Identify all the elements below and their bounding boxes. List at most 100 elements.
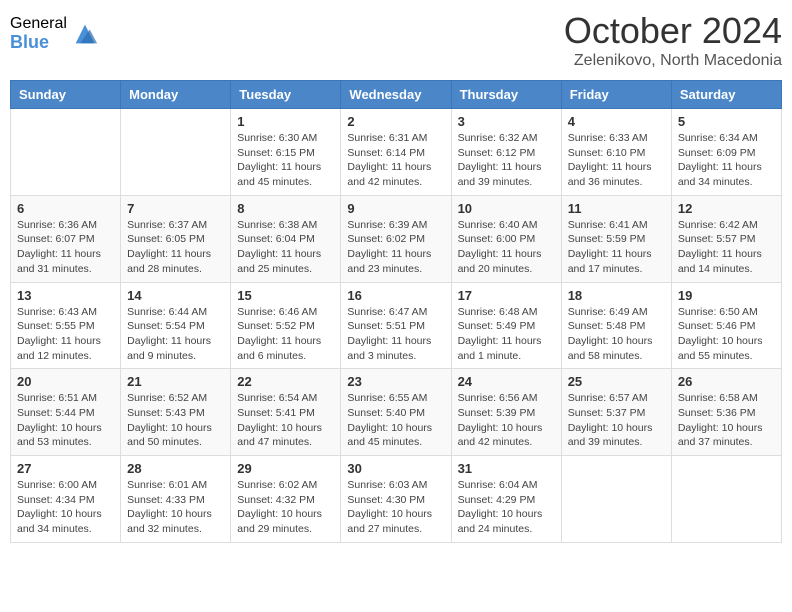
day-cell: 3 Sunrise: 6:32 AM Sunset: 6:12 PM Daylig…: [451, 109, 561, 196]
month-title: October 2024: [564, 10, 782, 52]
logo-blue: Blue: [10, 33, 67, 53]
day-info: Sunrise: 6:39 AM Sunset: 6:02 PM Dayligh…: [347, 218, 444, 277]
day-info: Sunrise: 6:32 AM Sunset: 6:12 PM Dayligh…: [458, 131, 555, 190]
day-info: Sunrise: 6:54 AM Sunset: 5:41 PM Dayligh…: [237, 391, 334, 450]
day-info: Sunrise: 6:51 AM Sunset: 5:44 PM Dayligh…: [17, 391, 114, 450]
day-number: 20: [17, 374, 114, 389]
day-info: Sunrise: 6:57 AM Sunset: 5:37 PM Dayligh…: [568, 391, 665, 450]
day-number: 18: [568, 288, 665, 303]
day-info: Sunrise: 6:00 AM Sunset: 4:34 PM Dayligh…: [17, 478, 114, 537]
day-cell: 30 Sunrise: 6:03 AM Sunset: 4:30 PM Dayli…: [341, 456, 451, 543]
day-cell: [671, 456, 781, 543]
header-tuesday: Tuesday: [231, 81, 341, 109]
day-cell: 21Sunrise: 6:52 AM Sunset: 5:43 PM Dayli…: [121, 369, 231, 456]
day-info: Sunrise: 6:58 AM Sunset: 5:36 PM Dayligh…: [678, 391, 775, 450]
header-friday: Friday: [561, 81, 671, 109]
day-number: 29: [237, 461, 334, 476]
day-number: 22: [237, 374, 334, 389]
day-cell: 18 Sunrise: 6:49 AM Sunset: 5:48 PM Dayli…: [561, 282, 671, 369]
day-info: Sunrise: 6:46 AM Sunset: 5:52 PM Dayligh…: [237, 305, 334, 364]
day-info: Sunrise: 6:33 AM Sunset: 6:10 PM Dayligh…: [568, 131, 665, 190]
day-number: 13: [17, 288, 114, 303]
page-header: General Blue October 2024 Zelenikovo, No…: [10, 10, 782, 70]
day-cell: 9 Sunrise: 6:39 AM Sunset: 6:02 PM Daylig…: [341, 195, 451, 282]
day-info: Sunrise: 6:55 AM Sunset: 5:40 PM Dayligh…: [347, 391, 444, 450]
day-number: 16: [347, 288, 444, 303]
day-number: 11: [568, 201, 665, 216]
day-cell: 6Sunrise: 6:36 AM Sunset: 6:07 PM Daylig…: [11, 195, 121, 282]
header-sunday: Sunday: [11, 81, 121, 109]
header-saturday: Saturday: [671, 81, 781, 109]
title-section: October 2024 Zelenikovo, North Macedonia: [564, 10, 782, 70]
day-number: 17: [458, 288, 555, 303]
day-cell: 24 Sunrise: 6:56 AM Sunset: 5:39 PM Dayli…: [451, 369, 561, 456]
day-info: Sunrise: 6:52 AM Sunset: 5:43 PM Dayligh…: [127, 391, 224, 450]
day-number: 4: [568, 114, 665, 129]
day-cell: 19Sunrise: 6:50 AM Sunset: 5:46 PM Dayli…: [671, 282, 781, 369]
day-cell: 7 Sunrise: 6:37 AM Sunset: 6:05 PM Daylig…: [121, 195, 231, 282]
week-row-3: 13 Sunrise: 6:43 AM Sunset: 5:55 PM Dayli…: [11, 282, 782, 369]
day-number: 2: [347, 114, 444, 129]
day-number: 10: [458, 201, 555, 216]
day-cell: 31Sunrise: 6:04 AM Sunset: 4:29 PM Dayli…: [451, 456, 561, 543]
day-cell: 29 Sunrise: 6:02 AM Sunset: 4:32 PM Dayli…: [231, 456, 341, 543]
day-info: Sunrise: 6:50 AM Sunset: 5:46 PM Dayligh…: [678, 305, 775, 364]
day-info: Sunrise: 6:40 AM Sunset: 6:00 PM Dayligh…: [458, 218, 555, 277]
day-info: Sunrise: 6:34 AM Sunset: 6:09 PM Dayligh…: [678, 131, 775, 190]
day-cell: 2 Sunrise: 6:31 AM Sunset: 6:14 PM Daylig…: [341, 109, 451, 196]
day-number: 3: [458, 114, 555, 129]
header-monday: Monday: [121, 81, 231, 109]
day-number: 8: [237, 201, 334, 216]
day-info: Sunrise: 6:37 AM Sunset: 6:05 PM Dayligh…: [127, 218, 224, 277]
logo-text: General Blue: [10, 15, 67, 52]
day-info: Sunrise: 6:31 AM Sunset: 6:14 PM Dayligh…: [347, 131, 444, 190]
calendar-table: SundayMondayTuesdayWednesdayThursdayFrid…: [10, 80, 782, 543]
day-cell: 14Sunrise: 6:44 AM Sunset: 5:54 PM Dayli…: [121, 282, 231, 369]
day-number: 26: [678, 374, 775, 389]
day-number: 30: [347, 461, 444, 476]
day-number: 12: [678, 201, 775, 216]
day-info: Sunrise: 6:02 AM Sunset: 4:32 PM Dayligh…: [237, 478, 334, 537]
week-row-4: 20 Sunrise: 6:51 AM Sunset: 5:44 PM Dayli…: [11, 369, 782, 456]
day-info: Sunrise: 6:56 AM Sunset: 5:39 PM Dayligh…: [458, 391, 555, 450]
day-cell: 10 Sunrise: 6:40 AM Sunset: 6:00 PM Dayli…: [451, 195, 561, 282]
day-cell: 13 Sunrise: 6:43 AM Sunset: 5:55 PM Dayli…: [11, 282, 121, 369]
day-number: 15: [237, 288, 334, 303]
day-info: Sunrise: 6:44 AM Sunset: 5:54 PM Dayligh…: [127, 305, 224, 364]
day-cell: 4 Sunrise: 6:33 AM Sunset: 6:10 PM Daylig…: [561, 109, 671, 196]
day-cell: 28Sunrise: 6:01 AM Sunset: 4:33 PM Dayli…: [121, 456, 231, 543]
day-info: Sunrise: 6:43 AM Sunset: 5:55 PM Dayligh…: [17, 305, 114, 364]
day-number: 27: [17, 461, 114, 476]
day-cell: [561, 456, 671, 543]
week-row-5: 27 Sunrise: 6:00 AM Sunset: 4:34 PM Dayli…: [11, 456, 782, 543]
day-number: 1: [237, 114, 334, 129]
day-cell: 17 Sunrise: 6:48 AM Sunset: 5:49 PM Dayli…: [451, 282, 561, 369]
day-cell: 27 Sunrise: 6:00 AM Sunset: 4:34 PM Dayli…: [11, 456, 121, 543]
day-cell: 5Sunrise: 6:34 AM Sunset: 6:09 PM Daylig…: [671, 109, 781, 196]
day-cell: 26 Sunrise: 6:58 AM Sunset: 5:36 PM Dayli…: [671, 369, 781, 456]
day-info: Sunrise: 6:03 AM Sunset: 4:30 PM Dayligh…: [347, 478, 444, 537]
day-cell: 23Sunrise: 6:55 AM Sunset: 5:40 PM Dayli…: [341, 369, 451, 456]
header-wednesday: Wednesday: [341, 81, 451, 109]
day-cell: 20 Sunrise: 6:51 AM Sunset: 5:44 PM Dayli…: [11, 369, 121, 456]
day-info: Sunrise: 6:36 AM Sunset: 6:07 PM Dayligh…: [17, 218, 114, 277]
day-cell: [11, 109, 121, 196]
logo-general: General: [10, 15, 67, 33]
day-info: Sunrise: 6:47 AM Sunset: 5:51 PM Dayligh…: [347, 305, 444, 364]
day-info: Sunrise: 6:48 AM Sunset: 5:49 PM Dayligh…: [458, 305, 555, 364]
day-number: 9: [347, 201, 444, 216]
day-cell: [121, 109, 231, 196]
day-cell: 25 Sunrise: 6:57 AM Sunset: 5:37 PM Dayli…: [561, 369, 671, 456]
logo: General Blue: [10, 15, 99, 52]
day-number: 7: [127, 201, 224, 216]
day-number: 24: [458, 374, 555, 389]
day-number: 25: [568, 374, 665, 389]
day-cell: 12 Sunrise: 6:42 AM Sunset: 5:57 PM Dayli…: [671, 195, 781, 282]
day-cell: 1Sunrise: 6:30 AM Sunset: 6:15 PM Daylig…: [231, 109, 341, 196]
header-thursday: Thursday: [451, 81, 561, 109]
week-row-1: 1Sunrise: 6:30 AM Sunset: 6:15 PM Daylig…: [11, 109, 782, 196]
day-info: Sunrise: 6:42 AM Sunset: 5:57 PM Dayligh…: [678, 218, 775, 277]
day-info: Sunrise: 6:49 AM Sunset: 5:48 PM Dayligh…: [568, 305, 665, 364]
day-info: Sunrise: 6:01 AM Sunset: 4:33 PM Dayligh…: [127, 478, 224, 537]
day-number: 31: [458, 461, 555, 476]
